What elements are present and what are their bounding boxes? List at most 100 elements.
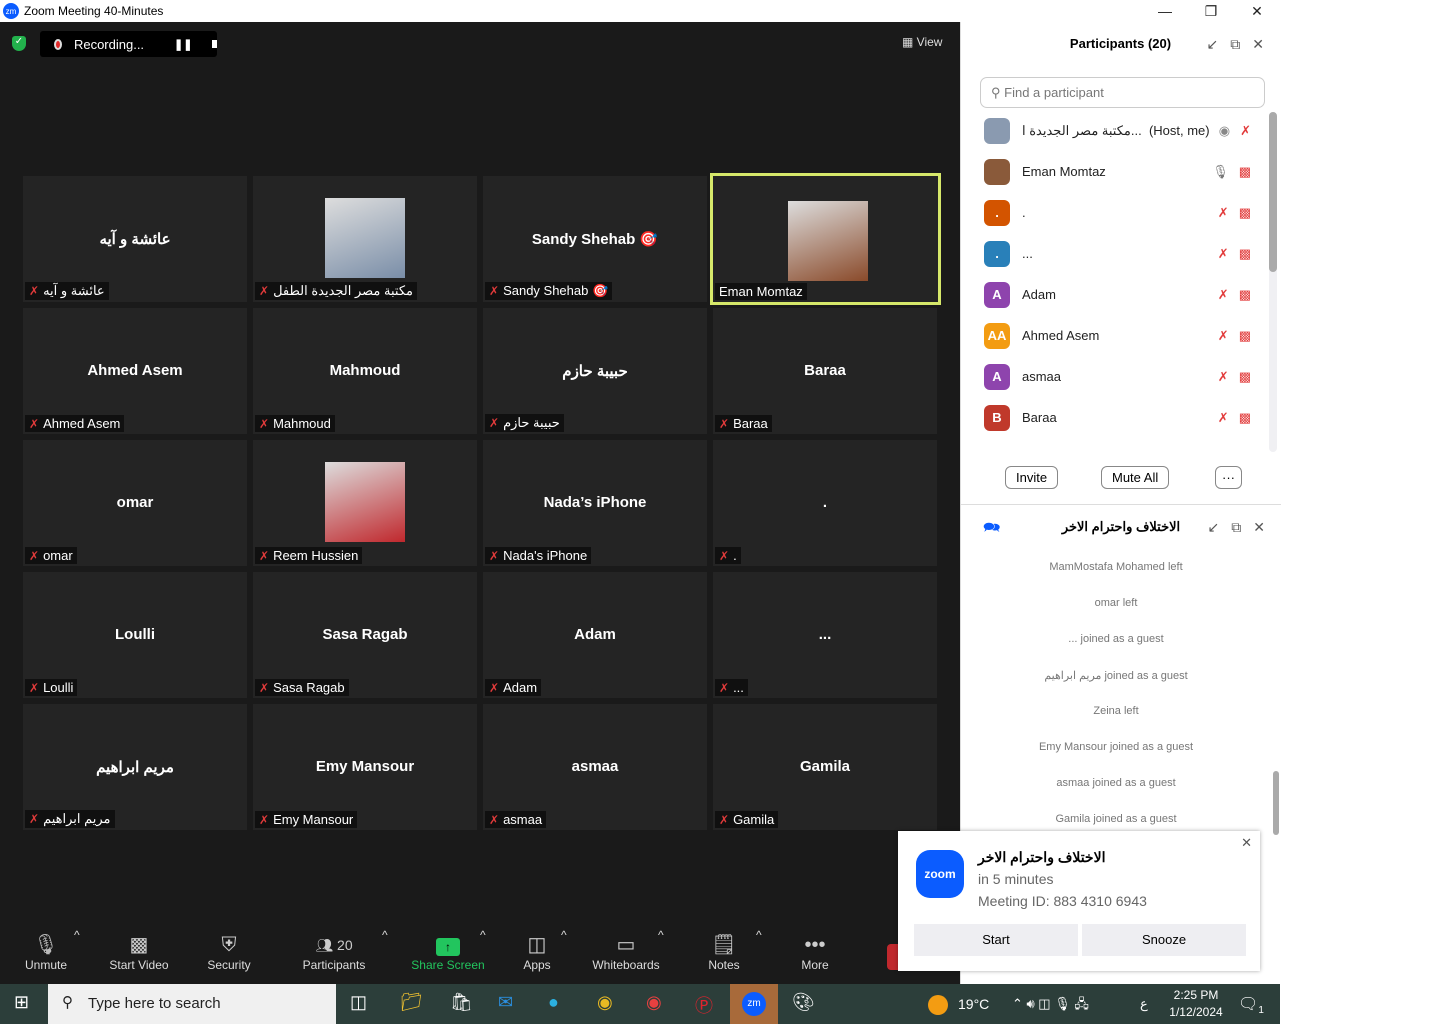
muted-mic-icon[interactable]: ✗: [1218, 369, 1229, 385]
video-tile[interactable]: asmaa ✗ asmaa: [483, 704, 707, 830]
video-tile[interactable]: مريم ابراهيم ✗ مريم ابراهيم: [23, 704, 247, 830]
collapse-icon[interactable]: ↙: [1207, 36, 1219, 53]
muted-mic-icon[interactable]: ✗: [1218, 205, 1229, 221]
video-tile[interactable]: ✗ Reem Hussien: [253, 440, 477, 566]
close-chat-icon[interactable]: ✕: [1253, 519, 1265, 536]
participant-row[interactable]: .... ✗ ▩: [961, 233, 1271, 274]
video-off-icon[interactable]: ▩: [1239, 328, 1251, 344]
store-icon[interactable]: 🛍︎: [450, 992, 473, 1013]
video-tile[interactable]: Gamila ✗ Gamila: [713, 704, 937, 830]
find-participant-input[interactable]: ⚲ Find a participant: [980, 77, 1265, 108]
video-off-icon[interactable]: ▩: [1239, 164, 1251, 180]
encryption-shield-icon[interactable]: ✓: [12, 36, 26, 51]
video-tile[interactable]: عائشة و آيه ✗ عائشة و آيه: [23, 176, 247, 302]
windows-start-icon[interactable]: ⊞: [14, 992, 29, 1013]
share-screen-button[interactable]: ↑ Share Screen: [410, 928, 486, 972]
minimize-button[interactable]: —: [1142, 0, 1188, 22]
apps-button[interactable]: ◫ Apps: [518, 928, 556, 972]
video-tile[interactable]: Emy Mansour ✗ Emy Mansour: [253, 704, 477, 830]
muted-mic-icon[interactable]: ✗: [1218, 410, 1229, 426]
participants-button[interactable]: 👥︎ 20 Participants: [300, 928, 368, 972]
whiteboards-label: Whiteboards: [592, 958, 660, 972]
video-tile[interactable]: Loulli ✗ Loulli: [23, 572, 247, 698]
security-button[interactable]: ⛨ Security: [204, 928, 254, 972]
muted-mic-icon: ✗: [489, 416, 500, 430]
tray-icons[interactable]: ⌃ 🔊︎ ◫ 🎙︎ 🖧︎: [1012, 995, 1089, 1017]
close-button[interactable]: ✕: [1234, 0, 1280, 22]
participant-row[interactable]: AA Ahmed Asem ✗ ▩: [961, 315, 1271, 356]
video-tile[interactable]: omar ✗ omar: [23, 440, 247, 566]
apps-caret[interactable]: ^: [561, 928, 567, 942]
browser-icon[interactable]: ◉: [646, 992, 662, 1013]
weather-temp[interactable]: 19°C: [958, 996, 989, 1012]
video-tile[interactable]: Ahmed Asem ✗ Ahmed Asem: [23, 308, 247, 434]
participant-row[interactable]: Eman Momtaz 🎙︎ ▩: [961, 151, 1271, 192]
stop-recording-button[interactable]: [212, 40, 217, 48]
whiteboards-caret[interactable]: ^: [658, 928, 664, 942]
collapse-chat-icon[interactable]: ↙: [1208, 519, 1220, 536]
video-off-icon[interactable]: ▩: [1239, 205, 1251, 221]
pause-recording-button[interactable]: ❚❚: [174, 38, 192, 51]
audio-options-caret[interactable]: ^: [74, 928, 80, 942]
video-off-icon[interactable]: ▩: [1239, 410, 1251, 426]
snooze-button[interactable]: Snooze: [1082, 924, 1246, 956]
notes-button[interactable]: 🗒︎ Notes: [704, 928, 744, 972]
taskbar-search[interactable]: ⚲ Type here to search: [48, 984, 336, 1024]
start-video-button[interactable]: ▩ Start Video: [106, 928, 172, 972]
video-tile[interactable]: ... ✗...: [713, 572, 937, 698]
zoom-taskbar-icon[interactable]: zm: [730, 984, 778, 1024]
video-off-icon[interactable]: ▩: [1239, 287, 1251, 303]
video-tile[interactable]: حبيبة حازم ✗ حبيبة حازم: [483, 308, 707, 434]
close-panel-icon[interactable]: ✕: [1252, 36, 1264, 53]
unmute-button[interactable]: 🎙︎ Unmute: [22, 928, 70, 972]
participants-caret[interactable]: ^: [382, 928, 388, 942]
mic-icon[interactable]: 🎙︎: [1212, 164, 1229, 180]
restore-button[interactable]: ❐: [1188, 0, 1234, 22]
search-icon: ⚲: [62, 994, 73, 1011]
notes-caret[interactable]: ^: [756, 928, 762, 942]
clock[interactable]: 2:25 PM 1/12/2024: [1164, 987, 1228, 1021]
start-button[interactable]: Start: [914, 924, 1078, 956]
video-tile[interactable]: . ✗.: [713, 440, 937, 566]
video-tile[interactable]: Nada’s iPhone ✗ Nada's iPhone: [483, 440, 707, 566]
pinterest-icon[interactable]: Ⓟ: [695, 992, 713, 1018]
video-tile[interactable]: Sasa Ragab ✗ Sasa Ragab: [253, 572, 477, 698]
video-tile[interactable]: ✗ مكتبة مصر الجديدة الطفل: [253, 176, 477, 302]
mail-icon[interactable]: ✉: [498, 992, 513, 1013]
more-button[interactable]: ••• More: [798, 928, 832, 972]
whiteboards-button[interactable]: ▭ Whiteboards: [588, 928, 664, 972]
video-off-icon[interactable]: ▩: [1239, 246, 1251, 262]
participant-list-scrollbar[interactable]: [1269, 112, 1277, 452]
video-tile[interactable]: Sandy Shehab 🎯 ✗ Sandy Shehab 🎯: [483, 176, 707, 302]
participant-row[interactable]: B Baraa ✗ ▩: [961, 397, 1271, 438]
file-explorer-icon[interactable]: 📁︎: [400, 992, 423, 1013]
share-caret[interactable]: ^: [480, 928, 486, 942]
video-off-icon[interactable]: ▩: [1239, 369, 1251, 385]
chat-scrollbar[interactable]: [1273, 771, 1279, 835]
video-tile[interactable]: Adam ✗ Adam: [483, 572, 707, 698]
participant-row[interactable]: Aasmaa ✗ ▩: [961, 356, 1271, 397]
input-language[interactable]: ع: [1140, 996, 1148, 1012]
task-view-icon[interactable]: ◫: [350, 992, 367, 1013]
paint-icon[interactable]: 🎨︎: [792, 992, 815, 1013]
muted-mic-icon[interactable]: ✗: [1240, 123, 1251, 139]
participant-row[interactable]: .. ✗ ▩: [961, 192, 1271, 233]
invite-button[interactable]: Invite: [1005, 466, 1059, 489]
muted-mic-icon[interactable]: ✗: [1218, 328, 1229, 344]
pop-out-chat-icon[interactable]: ⧉: [1231, 519, 1241, 536]
video-tile[interactable]: Mahmoud ✗ Mahmoud: [253, 308, 477, 434]
video-tile[interactable]: Eman Momtaz: [710, 173, 941, 305]
video-tile[interactable]: Baraa ✗ Baraa: [713, 308, 937, 434]
action-center-icon[interactable]: 🗨︎1: [1238, 994, 1264, 1016]
participant-row[interactable]: A Adam ✗ ▩: [961, 274, 1271, 315]
edge-icon[interactable]: ●: [548, 992, 559, 1013]
chrome-icon[interactable]: ◉: [597, 992, 613, 1013]
mute-all-button[interactable]: Mute All: [1101, 466, 1170, 489]
pop-out-icon[interactable]: ⧉: [1230, 36, 1240, 53]
muted-mic-icon[interactable]: ✗: [1218, 287, 1229, 303]
muted-mic-icon[interactable]: ✗: [1218, 246, 1229, 262]
participant-row[interactable]: مكتبة مصر الجديدة ا... (Host, me) ◉ ✗: [961, 110, 1271, 151]
close-notification-icon[interactable]: ✕: [1241, 835, 1252, 851]
more-options-button[interactable]: ···: [1215, 466, 1242, 489]
view-button[interactable]: ▦ View: [902, 35, 942, 49]
